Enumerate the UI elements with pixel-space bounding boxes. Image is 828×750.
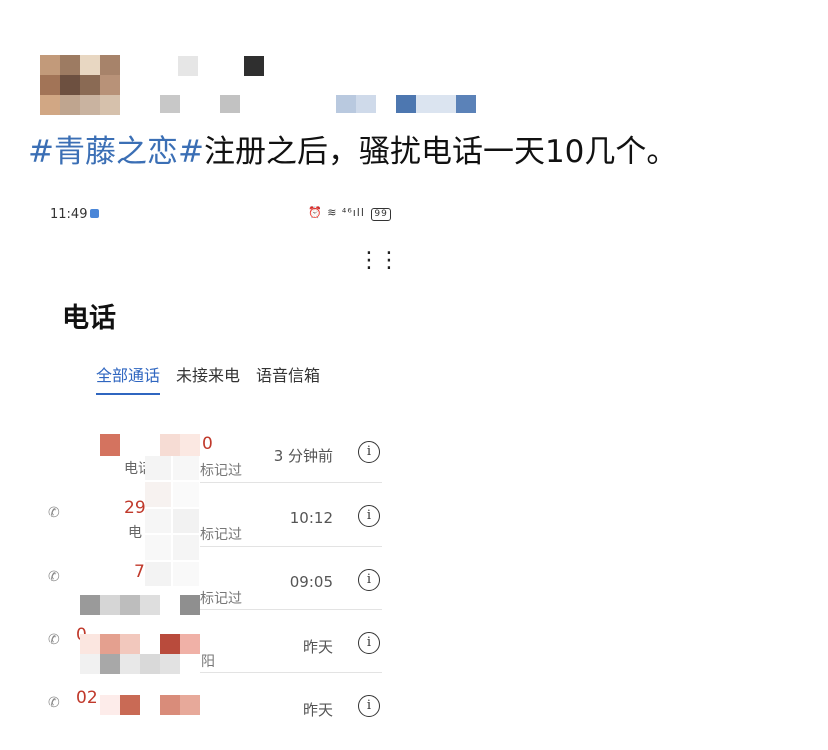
divider: [200, 546, 382, 547]
info-icon[interactable]: i: [358, 632, 380, 654]
hashtag-link[interactable]: #青藤之恋#: [28, 134, 204, 170]
call-number: 29: [124, 498, 146, 518]
call-number-tail: 0: [202, 434, 213, 454]
info-icon[interactable]: i: [358, 441, 380, 463]
info-icon[interactable]: i: [358, 505, 380, 527]
post-meta-redacted: [160, 95, 500, 113]
call-time: 09:05: [289, 573, 333, 591]
post-text: #青藤之恋#注册之后，骚扰电话一天10几个。: [28, 132, 677, 172]
call-time: 3 分钟前: [273, 447, 333, 465]
missed-call-icon: ✆: [48, 632, 60, 648]
call-time: 10:12: [289, 509, 333, 527]
username-redacted[interactable]: [178, 56, 264, 76]
call-number: 02: [76, 688, 98, 708]
divider: [200, 482, 382, 483]
redaction-block: [100, 434, 200, 456]
call-time: 昨天: [302, 638, 333, 656]
call-tag: 标记过: [200, 591, 242, 607]
redaction-block: [100, 695, 200, 715]
info-icon[interactable]: i: [358, 695, 380, 717]
tab-missed-calls[interactable]: 未接来电: [176, 362, 240, 395]
tab-voicemail[interactable]: 语音信箱: [256, 362, 320, 395]
missed-call-icon: ✆: [48, 505, 60, 521]
redaction-block: [80, 595, 200, 615]
call-row[interactable]: 80 0 电话 标记过 3 分钟前 i: [40, 432, 385, 496]
call-tabs: 全部通话 未接来电 语音信箱: [96, 362, 320, 395]
redaction-block: [80, 634, 200, 674]
call-tag: 标记过: [200, 463, 242, 479]
call-location: 电: [128, 525, 142, 541]
call-number: 7: [134, 562, 145, 582]
missed-call-icon: ✆: [48, 569, 60, 585]
divider: [200, 672, 382, 673]
more-menu-icon[interactable]: ⋮⋮: [358, 248, 400, 273]
battery-icon: 99: [371, 208, 391, 221]
call-time: 昨天: [302, 701, 333, 719]
redaction-block: [145, 456, 200, 586]
post-body: 注册之后，骚扰电话一天10几个。: [203, 134, 678, 170]
call-row[interactable]: ✆ 02 昨天 i: [40, 686, 385, 750]
avatar[interactable]: [40, 55, 120, 115]
signal-wifi-alarm-icons: ⏰ ≋ ⁴⁶ıll: [308, 206, 365, 219]
status-icons: ⏰ ≋ ⁴⁶ıll 99: [308, 206, 391, 221]
call-row[interactable]: ✆ 29 电 标记过 10:12 i: [40, 496, 385, 560]
call-tag: 阳: [201, 654, 215, 670]
call-tag: 标记过: [200, 527, 242, 543]
missed-call-icon: ✆: [48, 695, 60, 711]
tab-all-calls[interactable]: 全部通话: [96, 362, 161, 395]
notification-icon: [90, 209, 99, 218]
info-icon[interactable]: i: [358, 569, 380, 591]
status-time: 11:49: [50, 207, 88, 222]
page-title: 电话: [62, 303, 116, 334]
divider: [200, 609, 382, 610]
